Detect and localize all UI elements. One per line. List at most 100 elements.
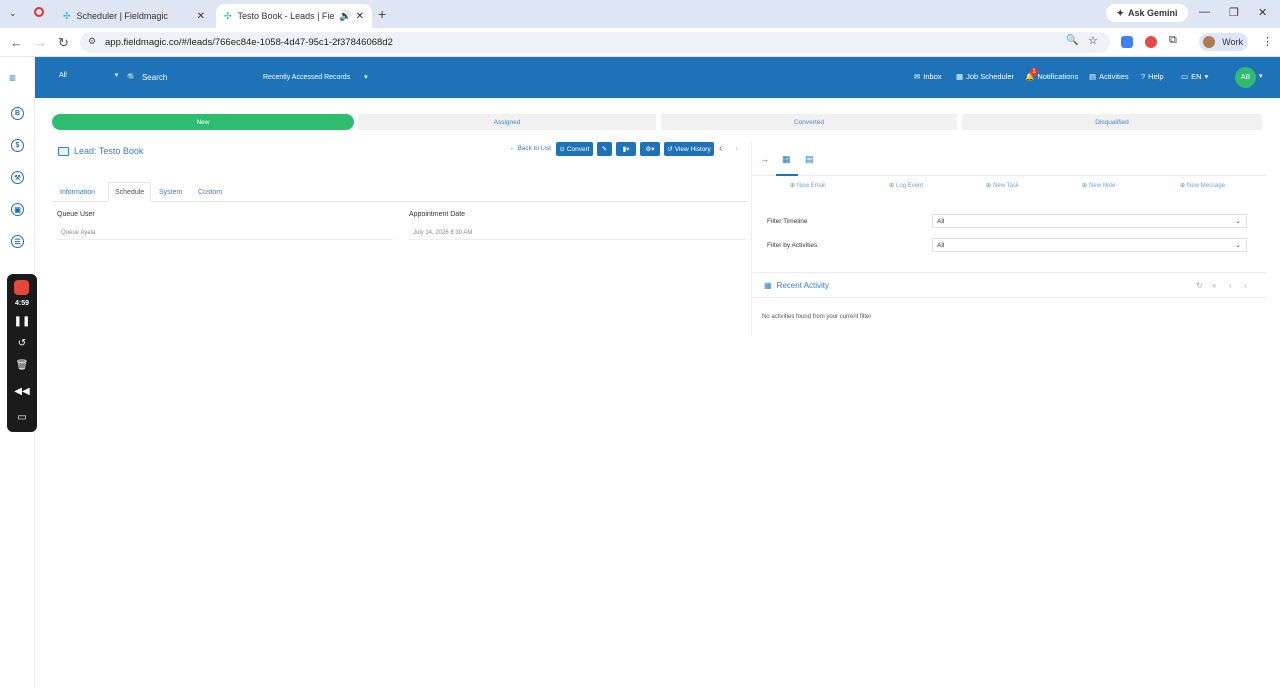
next-page-icon[interactable]: › <box>1244 281 1247 290</box>
new-email-button[interactable]: ⊕ New Email <box>790 182 826 190</box>
filter-activities-select[interactable]: All ⌄ <box>932 238 1247 252</box>
filter-timeline-value: All <box>937 217 945 225</box>
document-dropdown-button[interactable]: ▮▾ <box>616 142 636 156</box>
view-history-label: View History <box>674 145 711 153</box>
sidebar-wrench-icon[interactable]: ⚒ <box>11 171 24 184</box>
stage-label: Assigned <box>493 118 521 126</box>
ask-gemini-label: Ask Gemini <box>1128 8 1178 18</box>
language-dropdown[interactable]: ▭ EN ▾ <box>1181 72 1208 81</box>
sidebar-briefcase-icon[interactable]: ▣ <box>11 203 24 216</box>
previous-page-icon[interactable]: ‹ <box>1229 281 1232 290</box>
help-link[interactable]: ? Help <box>1141 72 1164 81</box>
browser-menu-icon[interactable]: ⋮ <box>1262 35 1273 48</box>
trash-icon[interactable]: 🗑 <box>7 360 37 371</box>
next-record-button[interactable]: › <box>735 143 738 154</box>
tab-system[interactable]: System <box>153 182 188 202</box>
appointment-date-value[interactable]: July 14, 2026 8:30 AM <box>409 230 746 240</box>
sidebar-list-icon[interactable]: ☰ <box>11 235 24 248</box>
minimize-button[interactable]: — <box>1199 6 1210 18</box>
profile-button[interactable]: Work <box>1199 33 1248 51</box>
stage-disqualified[interactable]: Disqualified <box>962 114 1262 130</box>
stage-converted[interactable]: Converted <box>661 114 957 130</box>
search-input[interactable]: 🔍 Search <box>127 69 257 85</box>
settings-dropdown-button[interactable]: ⚙▾ <box>640 142 660 156</box>
close-tab-icon[interactable]: ✕ <box>197 11 205 22</box>
restart-icon[interactable]: ↺ <box>7 338 37 349</box>
plus-circle-icon: ⊕ <box>790 183 796 189</box>
recent-records-dropdown[interactable]: Recently Accessed Records ▾ <box>263 73 368 81</box>
tab-information[interactable]: Information <box>54 182 101 202</box>
log-event-button[interactable]: ⊕ Log Event <box>889 182 924 190</box>
convert-label: Convert <box>566 145 590 153</box>
back-button[interactable]: ← <box>10 35 23 50</box>
collapse-arrow-icon[interactable]: → <box>760 154 769 164</box>
convert-button[interactable]: ⊙ Convert <box>556 142 593 156</box>
extension-icon[interactable] <box>1121 36 1133 48</box>
close-window-button[interactable]: ✕ <box>1258 6 1267 19</box>
profile-avatar <box>1203 36 1215 48</box>
audio-icon[interactable]: 🔊 <box>339 11 351 22</box>
filter-timeline-select[interactable]: All ⌄ <box>932 214 1247 228</box>
extension-icon[interactable] <box>1145 36 1157 48</box>
recording-time: 4:59 <box>14 300 29 307</box>
new-message-button[interactable]: ⊕ New Message <box>1180 182 1225 190</box>
job-scheduler-link[interactable]: ▦ Job Scheduler <box>956 72 1014 81</box>
back-to-list-link[interactable]: ← Back to List <box>509 145 551 152</box>
user-avatar[interactable]: AB <box>1235 67 1256 88</box>
reload-button[interactable]: ↻ <box>58 35 69 51</box>
stage-assigned[interactable]: Assigned <box>358 114 656 130</box>
forward-button[interactable]: → <box>34 35 47 50</box>
rewind-icon[interactable]: ◀◀ <box>7 386 37 397</box>
new-note-button[interactable]: ⊕ New Note <box>1082 182 1115 190</box>
document-icon: ▮▾ <box>622 146 630 153</box>
stop-recording-button[interactable] <box>14 280 29 295</box>
browser-tab-scheduler[interactable]: ✣ Scheduler | Fieldmagic ✕ <box>55 4 213 28</box>
job-scheduler-label: Job Scheduler <box>966 72 1015 81</box>
record-indicator-icon <box>34 7 44 17</box>
bookmark-star-icon[interactable]: ☆ <box>1088 34 1098 47</box>
document-tab-icon[interactable]: ▤ <box>805 154 814 165</box>
first-page-icon[interactable]: « <box>1212 281 1216 290</box>
plus-circle-icon: ⊕ <box>986 183 992 189</box>
url-field[interactable]: ⚙ app.fieldmagic.co/#/leads/766ec84e-105… <box>80 32 1110 53</box>
ask-gemini-button[interactable]: ✦ Ask Gemini <box>1106 4 1188 22</box>
recent-records-label: Recently Accessed Records <box>263 74 351 81</box>
camera-icon[interactable]: ▭ <box>7 412 37 423</box>
module-select-value: All <box>59 72 67 79</box>
chevron-down-icon: ⌄ <box>1235 242 1241 249</box>
refresh-icon[interactable]: ↻ <box>1196 281 1203 290</box>
tab-custom[interactable]: Custom <box>192 182 228 202</box>
zoom-icon[interactable]: 🔍 <box>1066 35 1078 46</box>
tab-label: Schedule <box>115 188 145 196</box>
pause-icon[interactable]: ❚❚ <box>7 316 37 327</box>
inbox-link[interactable]: ✉ Inbox <box>914 72 942 81</box>
restore-button[interactable]: ❐ <box>1229 6 1239 19</box>
hamburger-menu-icon[interactable]: ≡ <box>9 71 16 85</box>
view-history-button[interactable]: ↺ View History <box>664 142 714 156</box>
previous-record-button[interactable]: ‹ <box>719 143 722 154</box>
chevron-down-icon[interactable]: ▾ <box>1259 72 1263 80</box>
tab-title: Scheduler | Fieldmagic <box>76 11 168 21</box>
activities-link[interactable]: ▤ Activities <box>1089 72 1129 81</box>
fieldmagic-icon: ✣ <box>63 10 71 21</box>
module-select[interactable]: All ▾ <box>59 71 118 79</box>
extensions-puzzle-icon[interactable]: ⧉ <box>1169 34 1177 47</box>
new-task-button[interactable]: ⊕ New Task <box>986 182 1019 190</box>
sidebar-dollar-icon[interactable]: $ <box>11 139 24 152</box>
site-info-icon[interactable]: ⚙ <box>88 36 96 47</box>
edit-button[interactable]: ✎ <box>597 142 612 156</box>
calendar-tab-icon[interactable]: ▦ <box>782 154 791 165</box>
stage-new[interactable]: New <box>52 114 354 130</box>
browser-tab-lead[interactable]: ✣ Testo Book - Leads | Fieldm 🔊 ✕ <box>216 4 372 28</box>
lead-title-text: Lead: Testo Book <box>74 146 144 156</box>
language-label: EN <box>1191 72 1202 81</box>
new-tab-button[interactable]: + <box>378 6 386 22</box>
tab-schedule[interactable]: Schedule <box>108 182 152 202</box>
tab-search-icon[interactable]: ⌄ <box>9 8 17 19</box>
sidebar-b-icon[interactable]: B <box>11 107 24 120</box>
filter-timeline-label: Filter Timeline <box>767 218 808 225</box>
log-event-label: Log Event <box>896 182 924 189</box>
close-tab-icon[interactable]: ✕ <box>356 11 364 22</box>
queue-user-value[interactable]: Queue Ayala <box>57 230 393 240</box>
pencil-icon: ✎ <box>601 146 608 153</box>
